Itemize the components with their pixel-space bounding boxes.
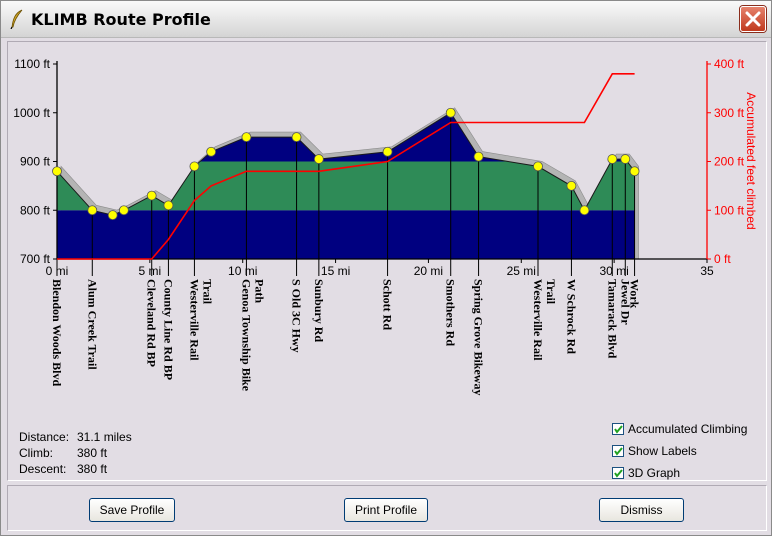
checkbox-box[interactable] (612, 423, 624, 435)
stat-value: 380 ft (77, 446, 108, 460)
waypoint-label-line: County Line Rd BP (161, 279, 175, 380)
waypoint-label-line: Smothers Rd (444, 279, 458, 346)
checkmark-icon (614, 469, 623, 478)
waypoint-marker (87, 205, 98, 216)
stat-label: Climb: (19, 446, 54, 460)
stat-label: Descent: (19, 462, 67, 476)
x-tick-label: 35 (700, 264, 714, 278)
waypoint-marker (566, 180, 577, 191)
waypoint-label-line: Path (252, 279, 266, 303)
y2-tick-label: 200 ft (714, 155, 745, 169)
waypoint-label-line: S Old 3C Hwy (290, 279, 304, 353)
waypoint-label: Westerville RailTrail (187, 279, 214, 361)
checkbox-box[interactable] (612, 467, 624, 479)
x-tick-label: 0 mi (46, 264, 69, 278)
waypoint-marker (107, 210, 118, 221)
waypoint-label-line: Spring Grove Bikeway (472, 279, 486, 395)
y2-tick-label: 100 ft (714, 203, 745, 217)
elevation-band (57, 161, 635, 211)
waypoint-label: Sunbury Rd (312, 279, 326, 342)
elevation-profile-chart: 700 ft800 ft900 ft1000 ft1100 ft0 ft100 … (13, 57, 758, 395)
waypoint-marker (620, 154, 631, 164)
waypoint-marker (382, 146, 393, 157)
y2-tick-label: 400 ft (714, 57, 745, 71)
waypoint-marker (313, 154, 324, 164)
waypoint-label-line: Westerville Rail (531, 279, 545, 361)
waypoint-label-line: Trail (544, 279, 558, 305)
checkbox-label: Accumulated Climbing (628, 422, 748, 436)
waypoint-label: Work (628, 279, 642, 309)
waypoint-marker (445, 107, 456, 118)
waypoint-label-line: Cleveland Rd BP (145, 279, 159, 367)
y2-tick-label: 300 ft (714, 106, 745, 120)
waypoint-label: Genoa Township BikePath (239, 279, 266, 392)
route-stats: Distance: 31.1 miles Climb: 380 ft Descent… (19, 429, 132, 477)
waypoint-label-line: Schott Rd (381, 279, 395, 330)
stat-climb: Climb: 380 ft (19, 445, 132, 461)
waypoint-label-line: Work (628, 279, 642, 309)
waypoint-marker (579, 205, 590, 216)
stat-value: 380 ft (77, 462, 108, 476)
stat-distance: Distance: 31.1 miles (19, 429, 132, 445)
waypoint-marker (52, 166, 62, 177)
waypoint-label: W Schrock Rd (564, 279, 578, 354)
checkmark-icon (614, 447, 623, 456)
elevation-band (57, 210, 635, 259)
y-tick-label: 900 ft (20, 155, 51, 169)
checkbox-box[interactable] (612, 445, 624, 457)
waypoint-marker (473, 151, 484, 162)
waypoint-label: S Old 3C Hwy (290, 279, 304, 353)
waypoint-marker (607, 154, 618, 164)
waypoint-label: Blendon Woods Blvd (50, 279, 64, 386)
waypoint-marker (189, 161, 200, 172)
y2-tick-label: 0 ft (714, 252, 731, 266)
waypoint-label: Tamarack Blvd (605, 279, 619, 359)
waypoint-label-line: Blendon Woods Blvd (50, 279, 64, 386)
waypoint-label: Schott Rd (381, 279, 395, 330)
stat-value: 31.1 miles (77, 430, 132, 444)
checkbox-label: 3D Graph (628, 466, 681, 480)
waypoint-marker (118, 205, 129, 216)
checkmark-icon (614, 425, 623, 434)
x-tick-label: 20 mi (414, 264, 443, 278)
waypoint-label: Alum Creek Trail (85, 279, 99, 370)
waypoint-label: Westerville RailTrail (531, 279, 558, 361)
x-tick-label: 5 mi (139, 264, 162, 278)
waypoint-label-line: Alum Creek Trail (85, 279, 99, 370)
dismiss-button[interactable]: Dismiss (599, 498, 684, 522)
waypoint-label: Smothers Rd (444, 279, 458, 346)
y-tick-label: 1100 ft (14, 57, 50, 71)
stat-label: Distance: (19, 430, 70, 444)
x-tick-label: 30 mi (599, 264, 628, 278)
route-profile-window: KLIMB Route Profile 700 ft 800 ft 900 ft 10… (0, 0, 772, 536)
waypoint-marker (629, 166, 640, 177)
waypoint-marker (241, 132, 252, 143)
waypoint-label-line: Genoa Township Bike (239, 279, 253, 392)
waypoint-label-line: Tamarack Blvd (605, 279, 619, 359)
checkbox-label: Show Labels (628, 444, 697, 458)
waypoint-label: County Line Rd BP (161, 279, 175, 380)
x-tick-label: 10 mi (228, 264, 257, 278)
x-tick-label: 25 mi (507, 264, 536, 278)
waypoint-label-line: Trail (200, 279, 214, 305)
waypoint-marker (163, 200, 174, 211)
y-tick-label: 1000 ft (13, 106, 50, 120)
stat-descent: Descent: 380 ft (19, 461, 132, 477)
save-profile-button[interactable]: Save Profile (89, 498, 175, 522)
waypoint-label-line: W Schrock Rd (564, 279, 578, 354)
print-profile-button[interactable]: Print Profile (344, 498, 428, 522)
y2-axis-title: Accumulated feet climbed (744, 92, 758, 229)
y-tick-label: 800 ft (20, 203, 51, 217)
waypoint-marker (206, 146, 217, 157)
waypoint-label: Cleveland Rd BP (145, 279, 159, 367)
waypoint-marker (533, 161, 543, 172)
x-tick-label: 15 mi (321, 264, 350, 278)
waypoint-marker (146, 190, 157, 201)
waypoint-label-line: Westerville Rail (187, 279, 201, 361)
waypoint-label: Spring Grove Bikeway (472, 279, 486, 395)
waypoint-label-line: Sunbury Rd (312, 279, 326, 342)
waypoint-marker (291, 132, 302, 143)
